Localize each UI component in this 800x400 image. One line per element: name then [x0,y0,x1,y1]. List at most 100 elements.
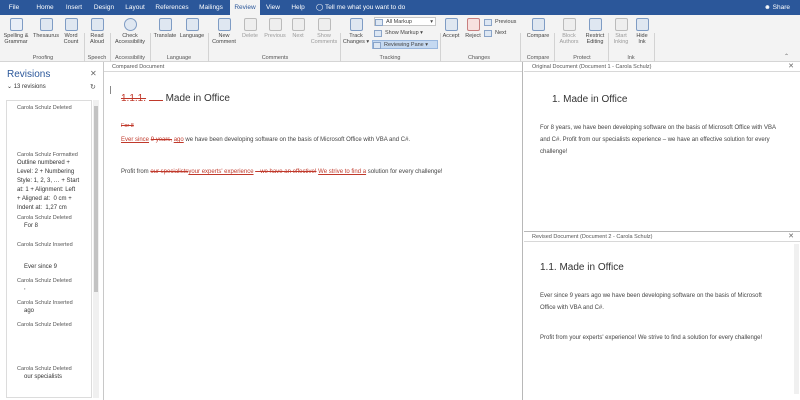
compared-heading[interactable]: 1.1.1. Made in Office [121,93,230,104]
next-comment-button[interactable]: Next [288,18,308,39]
new-comment-button[interactable]: New Comment [210,18,238,45]
revision-count-toggle[interactable]: ⌄ 13 revisions [7,83,46,90]
tell-me-search[interactable]: ◯ Tell me what you want to do [316,0,405,15]
revision-header: Carola Schulz Inserted [17,242,73,248]
revision-header: Carola Schulz Deleted [17,105,72,111]
revisions-pane: Revisions ✕ ⌄ 13 revisions ↻ Carola Schu… [0,62,104,400]
revisions-scrollbar[interactable] [93,100,99,398]
track-changes-icon [349,18,363,31]
tab-file[interactable]: File [4,0,24,15]
counter-icon [64,18,78,31]
revised-document-pane: Revised Document (Document 2 - Carola Sc… [524,232,800,400]
book-icon [39,18,53,31]
revision-text: Ever since 9 [24,264,58,270]
group-compare: Compare [526,55,550,61]
group-speech: Speech [87,55,107,61]
revision-text: ago [24,308,35,314]
revision-list: Carola Schulz Deleted Carola Schulz Form… [6,100,92,398]
pen-icon [614,18,628,31]
previous-change-button[interactable]: Previous [484,18,524,27]
refresh-icon[interactable]: ↻ [90,83,96,91]
word-count-button[interactable]: Word Count [60,18,82,45]
check-accessibility-button[interactable]: Check Accessibility [112,18,148,45]
revision-header: Carola Schulz Deleted [17,322,72,328]
show-markup-button[interactable]: Show Markup ▾ [374,29,438,38]
original-document-pane: Original Document (Document 1 - Carola S… [524,62,800,232]
hide-ink-button[interactable]: Hide Ink [632,18,652,45]
compared-document-title: Compared Document [104,62,522,72]
lock-icon [588,18,602,31]
comment-icon [217,18,231,31]
tab-references[interactable]: References [154,0,190,15]
dropdown-arrow-icon: ▾ [364,39,370,45]
revision-text: our specialists [24,374,63,380]
compared-paragraph-2[interactable]: Profit from our specialistsyour experts'… [121,166,511,178]
tab-design[interactable]: Design [91,0,117,15]
close-icon[interactable]: ✕ [90,69,97,78]
tab-view[interactable]: View [263,0,283,15]
restrict-editing-button[interactable]: Restrict Editing [582,18,608,45]
group-protect: Protect [573,55,591,61]
tab-insert[interactable]: Insert [63,0,85,15]
accept-check-icon [444,18,458,31]
track-changes-button[interactable]: Track Changes ▾ [342,18,370,45]
language-icon [185,18,199,31]
spellcheck-icon [9,18,23,31]
group-accessibility: Accessibility [115,55,145,61]
close-icon[interactable]: ✕ [788,62,794,72]
tab-review[interactable]: Review [230,0,260,15]
previous-comment-button[interactable]: Previous [262,18,288,39]
accept-button[interactable]: Accept [440,18,462,39]
reject-button[interactable]: Reject [462,18,484,39]
tab-home[interactable]: Home [34,0,56,15]
change-bar [110,86,111,94]
close-icon[interactable]: ✕ [788,232,794,242]
show-markup-icon [374,30,382,37]
reviewing-pane-button[interactable]: Reviewing Pane ▾ [372,40,438,49]
original-paragraph: For 8 years, we have been developing sof… [540,125,776,155]
translate-button[interactable]: Translate [152,18,178,39]
thesaurus-button[interactable]: Thesaurus [32,18,60,39]
person-icon: ☻ [764,4,773,11]
revision-text: , [24,285,26,291]
tab-layout[interactable]: Layout [123,0,147,15]
block-authors-button[interactable]: Block Authors [556,18,582,45]
delete-comment-icon [243,18,257,31]
delete-comment-button[interactable]: Delete [238,18,262,39]
speaker-icon [90,18,104,31]
show-comments-icon [317,18,331,31]
collapse-ribbon-icon[interactable]: ⌃ [784,53,789,60]
reviewing-pane-icon [373,42,381,49]
ribbon-tab-bar: File Home Insert Design Layout Reference… [0,0,800,15]
translate-icon [158,18,172,31]
tab-help[interactable]: Help [288,0,308,15]
group-proofing: Proofing [32,55,54,61]
revised-scrollbar[interactable] [794,244,799,394]
share-button[interactable]: ☻ Share [764,0,790,15]
revision-header: Carola Schulz Deleted [17,215,72,221]
revision-header: Carola Schulz Deleted [17,366,72,372]
revised-document-title: Revised Document (Document 2 - Carola Sc… [524,232,800,242]
group-changes: Changes [467,55,491,61]
next-change-button[interactable]: Next [484,29,524,38]
markup-display-select[interactable]: All Markup ▾ [374,17,436,26]
start-inking-button[interactable]: Start Inking [610,18,632,45]
language-button[interactable]: Language [178,18,206,39]
original-document-title: Original Document (Document 1 - Carola S… [524,62,800,72]
reject-x-icon [466,18,480,31]
chevron-down-icon: ▾ [418,30,423,36]
compared-document-pane: Compared Document 1.1.1. Made in Office … [104,62,523,400]
revised-paragraph-2: Profit from your experts' experience! We… [540,335,763,341]
compared-paragraph-1[interactable]: Ever since 9 years, ago we have been dev… [121,134,511,146]
ribbon: Spelling & Grammar Thesaurus Word Count … [0,15,800,73]
compare-button[interactable]: Compare [524,18,552,39]
revised-paragraph-1: Ever since 9 years ago we have been deve… [540,293,762,311]
show-comments-button[interactable]: Show Comments [310,18,338,45]
read-aloud-button[interactable]: Read Aloud [86,18,108,45]
hide-ink-icon [635,18,649,31]
tab-mailings[interactable]: Mailings [196,0,226,15]
group-tracking: Tracking [379,55,401,61]
chevron-down-icon: ▾ [423,42,429,48]
spelling-grammar-button[interactable]: Spelling & Grammar [2,18,30,45]
group-ink: Ink [627,55,635,61]
